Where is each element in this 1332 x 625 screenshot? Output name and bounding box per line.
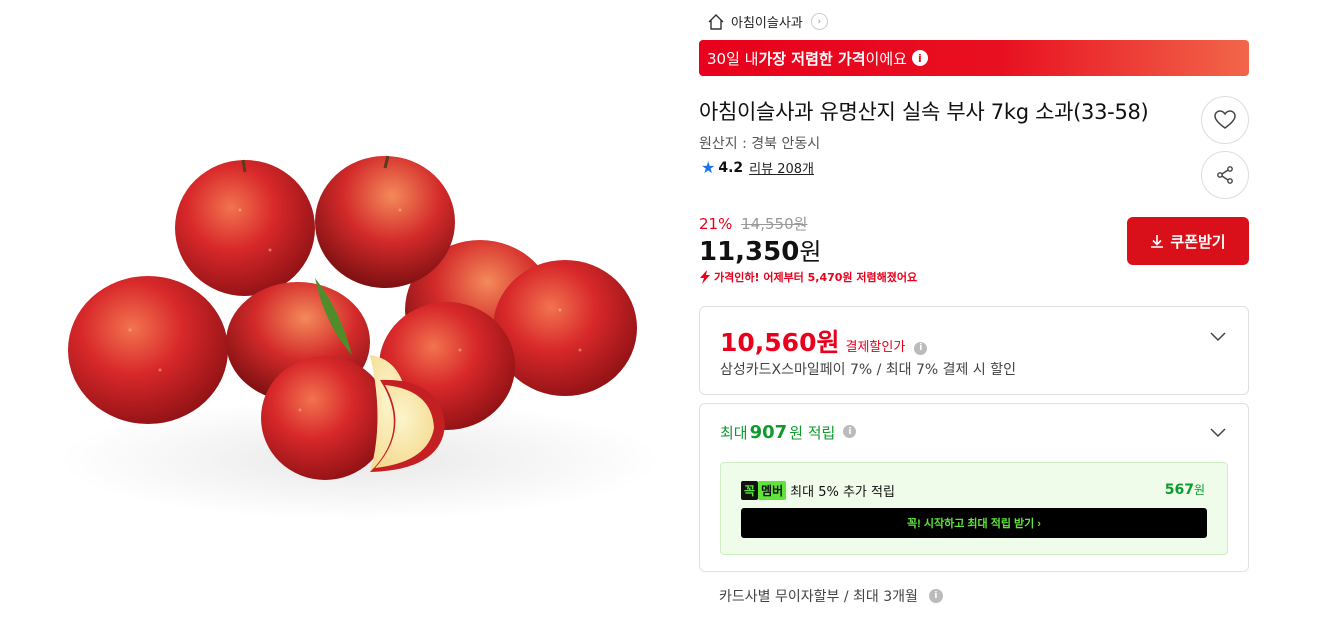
sale-price-number: 11,350 (699, 237, 800, 267)
info-icon[interactable]: i (843, 425, 857, 438)
lowest-price-banner: 30일 내 가장 저렴한 가격 이에요 i (699, 40, 1249, 76)
product-origin: 원산지 : 경북 안동시 (699, 136, 821, 152)
discount-rate: 21% (699, 215, 733, 233)
points-amount: 907 (749, 422, 788, 443)
original-price: 14,550원 (741, 215, 808, 233)
review-link[interactable]: 리뷰 208개 (749, 158, 814, 177)
installment-info: 카드사별 무이자할부 / 최대 3개월 i (719, 586, 943, 606)
chevron-down-icon[interactable] (1210, 332, 1226, 342)
member-amount-unit: 원 (1193, 483, 1205, 497)
product-rating: ★ 4.2 리뷰 208개 (701, 158, 814, 177)
home-icon (708, 13, 724, 30)
price-drop-notice: 가격인하! 어제부터 5,470원 저렴해졌어요 (699, 269, 917, 285)
installment-text: 카드사별 무이자할부 / 최대 3개월 (719, 589, 918, 605)
payment-discount-description: 삼성카드X스마일페이 7% / 최대 7% 결제 시 할인 (720, 362, 1016, 378)
banner-prefix: 30일 내 (707, 49, 759, 68)
points-title: 최대 907 원 적립 i (720, 422, 857, 443)
store-link[interactable]: 아침이슬사과 › (707, 12, 828, 31)
member-badge-kkok: 꼭 (741, 481, 759, 500)
download-icon (1151, 235, 1164, 248)
product-image (40, 110, 660, 540)
coupon-button[interactable]: 쿠폰받기 (1127, 217, 1249, 265)
product-title: 아침이슬사과 유명산지 실속 부사 7kg 소과(33-58) (699, 100, 1149, 124)
coupon-label: 쿠폰받기 (1170, 233, 1226, 251)
member-benefit-box: 꼭 멤버 최대 5% 추가 적립 567원 꼭! 시작하고 최대 적립 받기 › (720, 462, 1228, 555)
share-button[interactable] (1201, 151, 1249, 199)
info-icon[interactable]: i (914, 341, 928, 355)
discount-row: 21% 14,550원 (699, 213, 807, 234)
star-icon: ★ (701, 157, 716, 177)
share-icon (1217, 166, 1233, 184)
price-down-icon (700, 270, 710, 284)
price-drop-text: 가격인하! 어제부터 5,470원 저렴해졌어요 (714, 271, 918, 284)
store-name: 아침이슬사과 (731, 16, 803, 31)
member-amount-number: 567 (1164, 482, 1194, 498)
member-benefit-amount: 567원 (1165, 481, 1205, 498)
payment-discount-card[interactable]: 10,560원 결제할인가 i 삼성카드X스마일페이 7% / 최대 7% 결제… (699, 306, 1249, 395)
member-benefit-text: 최대 5% 추가 적립 (790, 485, 895, 500)
points-card: 최대 907 원 적립 i 꼭 멤버 최대 5% 추가 적립 567원 꼭! 시… (699, 403, 1249, 572)
sale-price-unit: 원 (799, 238, 822, 266)
sale-price: 11,350원 (699, 232, 821, 267)
member-row: 꼭 멤버 최대 5% 추가 적립 (741, 481, 895, 500)
info-icon[interactable]: i (928, 589, 943, 603)
payment-discount-label: 결제할인가 (845, 340, 906, 355)
banner-suffix: 이에요 (865, 49, 907, 68)
banner-highlight: 가장 저렴한 가격 (758, 49, 866, 68)
chevron-down-icon[interactable] (1210, 428, 1226, 438)
member-signup-button[interactable]: 꼭! 시작하고 최대 적립 받기 › (741, 508, 1207, 538)
heart-icon (1214, 110, 1236, 129)
info-icon[interactable]: i (911, 50, 928, 66)
payment-discount-amount: 10,560원 (720, 328, 840, 357)
points-prefix: 최대 (720, 424, 748, 442)
points-suffix: 원 적립 (789, 424, 836, 442)
rating-score: 4.2 (718, 159, 744, 176)
wishlist-button[interactable] (1201, 96, 1249, 144)
payment-discount-price: 10,560원 결제할인가 i (720, 323, 928, 359)
chevron-right-icon: › (810, 13, 828, 30)
member-badge-member: 멤버 (758, 481, 787, 500)
